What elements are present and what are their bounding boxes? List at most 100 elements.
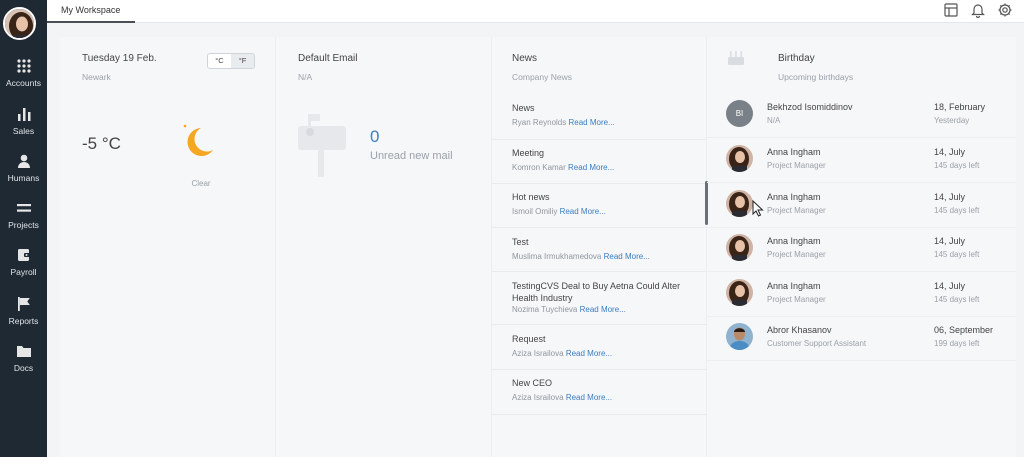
mailbox-icon [298,114,346,177]
news-item[interactable]: Request Aziza Israilova Read More... [492,325,706,370]
news-item-author: Komron Kamar [512,163,566,172]
news-item-meta: Ryan Reynolds Read More... [512,118,706,127]
birthday-subtitle: Upcoming birthdays [778,72,854,82]
birthday-role: N/A [767,116,781,125]
weather-widget: Tuesday 19 Feb. Newark °C °F -5 °C Clear [60,37,276,457]
news-item[interactable]: News Ryan Reynolds Read More... [492,94,706,140]
workspace-content: Tuesday 19 Feb. Newark °C °F -5 °C Clear… [60,37,1016,457]
wallet-icon [17,249,30,261]
avatar [726,190,753,217]
sidebar-item-payroll[interactable]: Payroll [0,247,47,291]
news-item-meta: Nozima Tuychieva Read More... [512,305,706,314]
birthday-date: 14, July [934,281,966,291]
sidebar-item-docs[interactable]: Docs [0,343,47,387]
user-avatar[interactable] [3,7,36,40]
sidebar-item-label: Payroll [10,267,37,277]
news-item-author: Muslima Irmukhamedova [512,252,602,261]
gear-icon[interactable] [997,2,1013,18]
birthday-row[interactable]: BI Bekhzod Isomiddinov N/A 18, February … [707,93,1016,138]
news-item-title: Test [512,237,529,247]
bar-chart-icon [17,108,30,121]
news-title: News [512,53,538,64]
news-item[interactable]: Hot news Ismoil Omiliy Read More... [492,184,706,228]
birthday-name: Anna Ingham [767,236,821,246]
birthday-date: 18, February [934,102,986,112]
birthday-row[interactable]: Abror Khasanov Customer Support Assistan… [707,316,1016,361]
unit-fahrenheit[interactable]: °F [231,54,254,68]
layout-icon[interactable] [943,2,959,18]
sidebar-item-label: Projects [8,220,39,230]
tab-my-workspace[interactable]: My Workspace [47,0,135,23]
news-item[interactable]: New CEO Aziza Israilova Read More... [492,370,706,415]
birthday-role: Project Manager [767,295,826,304]
birthday-days-left: 145 days left [934,161,980,170]
weather-condition: Clear [191,179,211,188]
news-item-title: News [512,103,535,113]
top-bar: My Workspace [47,0,1024,23]
unit-celsius[interactable]: °C [208,54,231,68]
birthday-name: Anna Ingham [767,192,821,202]
birthday-row[interactable]: Anna Ingham Project Manager 14, July 145… [707,227,1016,272]
mouse-cursor-icon [752,200,764,217]
read-more-link[interactable]: Read More... [568,118,614,127]
grid-icon [16,59,31,73]
birthday-role: Project Manager [767,206,826,215]
avatar [726,323,753,350]
read-more-link[interactable]: Read More... [580,305,626,314]
read-more-link[interactable]: Read More... [566,393,612,402]
bell-icon[interactable] [970,2,986,18]
read-more-link[interactable]: Read More... [560,207,606,216]
news-item-title: New CEO [512,378,553,388]
email-title: Default Email [298,53,358,64]
weather-date: Tuesday 19 Feb. [82,53,157,64]
email-widget: Default Email N/A [276,37,492,457]
sidebar-item-label: Docs [13,363,34,373]
news-subtitle: Company News [512,72,572,82]
birthday-role: Project Manager [767,161,826,170]
news-item-meta: Ismoil Omiliy Read More... [512,207,706,216]
news-item-author: Ryan Reynolds [512,118,567,127]
email-address: N/A [298,72,313,82]
news-item-author: Nozima Tuychieva [512,305,578,314]
birthday-days-left: 145 days left [934,295,980,304]
person-icon [17,154,30,168]
news-item[interactable]: Test Muslima Irmukhamedova Read More... [492,228,706,272]
news-item-title: TestingCVS Deal to Buy Aetna Could Alter… [512,281,681,303]
birthday-date: 14, July [934,192,966,202]
folder-icon [16,346,31,357]
birthday-days-left: Yesterday [934,116,970,125]
birthday-date: 14, July [934,147,966,157]
sidebar-item-projects[interactable]: Projects [0,200,47,244]
birthday-row[interactable]: Anna Ingham Project Manager 14, July 145… [707,138,1016,183]
avatar [726,279,753,306]
news-item[interactable]: Meeting Komron Kamar Read More... [492,140,706,184]
sidebar-item-humans[interactable]: Humans [0,153,47,197]
news-item[interactable]: TestingCVS Deal to Buy Aetna Could Alter… [492,272,706,325]
unit-toggle[interactable]: °C °F [207,53,255,69]
birthday-name: Anna Ingham [767,281,821,291]
flag-icon [17,297,30,311]
birthday-name: Bekhzod Isomiddinov [767,102,853,112]
avatar [726,145,753,172]
birthday-row[interactable]: Anna Ingham Project Manager 14, July 145… [707,272,1016,317]
read-more-link[interactable]: Read More... [566,349,612,358]
sidebar-item-accounts[interactable]: Accounts [0,58,47,102]
birthday-days-left: 145 days left [934,206,980,215]
unread-count[interactable]: 0 [370,127,379,147]
birthday-date: 06, September [934,325,994,335]
read-more-link[interactable]: Read More... [604,252,650,261]
birthday-name: Abror Khasanov [767,325,832,335]
birthday-role: Customer Support Assistant [767,339,867,348]
sidebar-item-sales[interactable]: Sales [0,106,47,150]
read-more-link[interactable]: Read More... [568,163,614,172]
birthday-title: Birthday [778,53,815,64]
birthday-role: Project Manager [767,250,826,259]
sidebar-item-label: Accounts [6,78,41,88]
birthday-days-left: 145 days left [934,250,980,259]
news-item-author: Aziza Israilova [512,349,564,358]
sidebar-item-reports[interactable]: Reports [0,296,47,340]
weather-city: Newark [82,72,111,82]
sidebar-item-label: Sales [12,126,35,136]
news-item-author: Ismoil Omiliy [512,207,558,216]
birthday-days-left: 199 days left [934,339,980,348]
